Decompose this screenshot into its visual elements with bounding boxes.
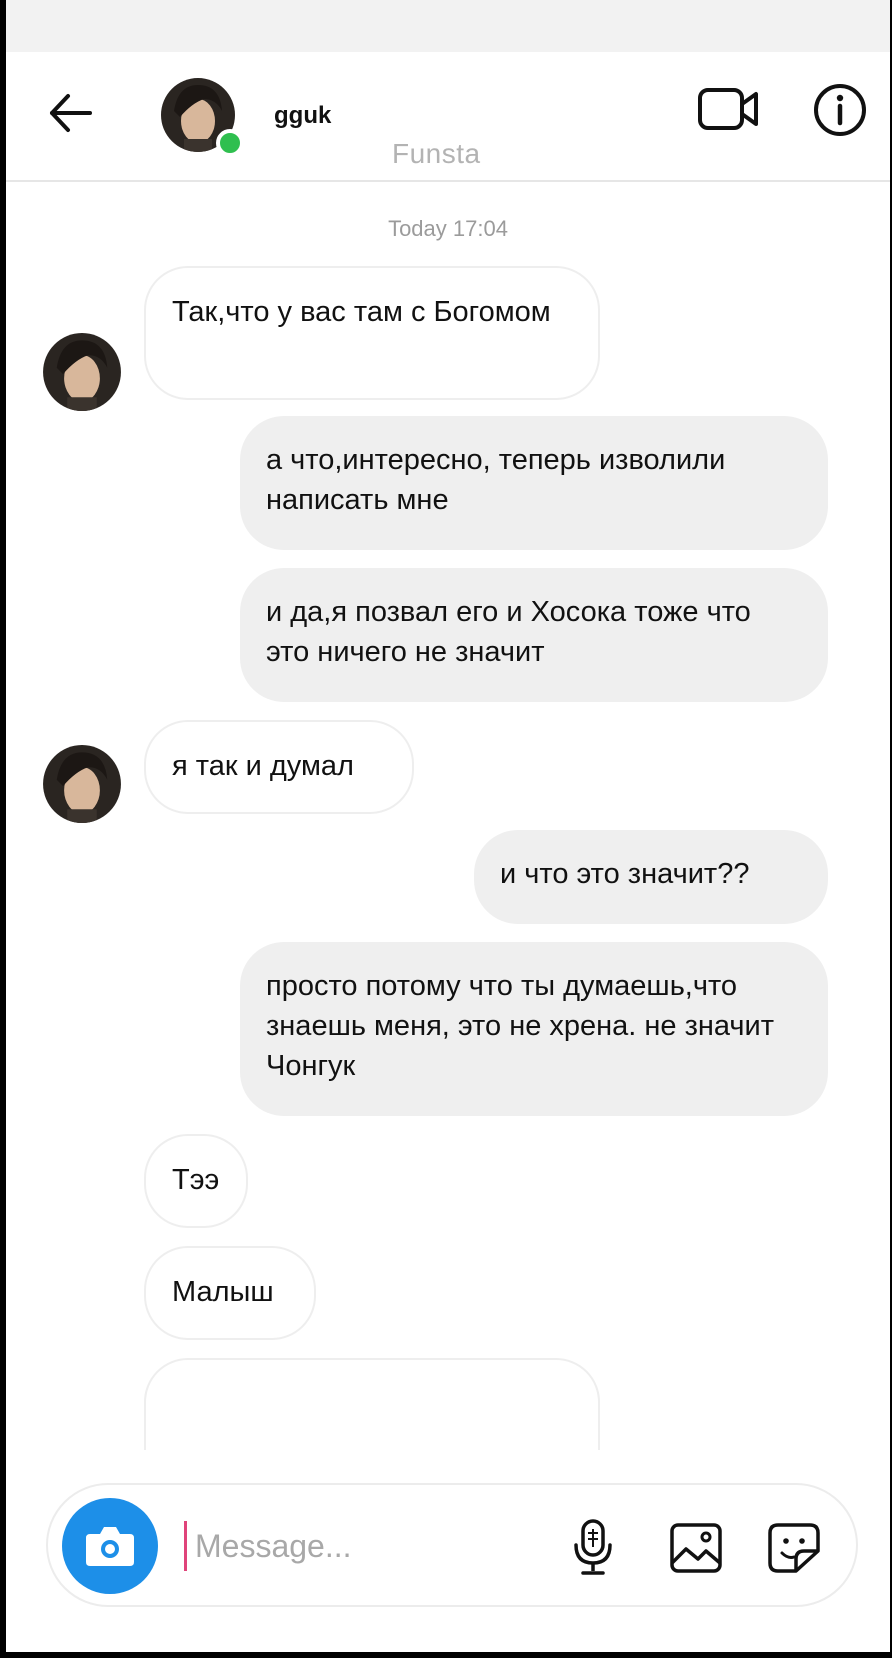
message-text: Так,что у вас там с Богомом (172, 296, 551, 328)
message-text: просто потому что ты думаешь,что знаешь … (266, 970, 775, 1082)
message-text: Тээ (172, 1164, 220, 1196)
message-text: и да,я позвал его и Хосока тоже что это … (266, 596, 751, 668)
dm-screen: gguk Funsta Today 17:04 Так,что у вас та… (6, 0, 890, 1652)
message-composer (46, 1483, 858, 1607)
incoming-message[interactable]: я так и думал (144, 720, 414, 814)
outgoing-message[interactable]: а что,интересно, теперь изволили написат… (240, 416, 828, 550)
back-button[interactable] (44, 86, 98, 140)
chat-header: gguk Funsta (6, 52, 890, 182)
message-thread[interactable]: Today 17:04 Так,что у вас там с Богомом … (6, 182, 890, 1450)
incoming-message[interactable] (144, 1358, 600, 1450)
sender-avatar[interactable] (42, 744, 122, 824)
online-status-dot (216, 129, 244, 157)
voice-message-button[interactable] (568, 1517, 618, 1577)
message-text: я так и думал (172, 750, 354, 782)
arrow-left-icon (50, 94, 92, 132)
camera-button[interactable] (62, 1498, 158, 1594)
message-text: и что это значит?? (500, 858, 750, 890)
message-text: Малыш (172, 1276, 274, 1308)
outgoing-message[interactable]: и да,я позвал его и Хосока тоже что это … (240, 568, 828, 702)
chat-username[interactable]: gguk (274, 102, 331, 130)
profile-avatar[interactable] (160, 77, 244, 157)
video-call-button[interactable] (696, 82, 762, 136)
gallery-button[interactable] (668, 1521, 724, 1575)
outgoing-message[interactable]: просто потому что ты думаешь,что знаешь … (240, 942, 828, 1116)
info-icon (814, 84, 866, 136)
camera-icon (86, 1527, 134, 1566)
status-bar (6, 0, 890, 52)
info-button[interactable] (812, 82, 868, 138)
sender-avatar[interactable] (42, 332, 122, 412)
incoming-message[interactable]: Тээ (144, 1134, 248, 1228)
microphone-icon (574, 1519, 612, 1575)
message-text: а что,интересно, теперь изволили написат… (266, 444, 726, 516)
thread-timestamp: Today 17:04 (388, 216, 508, 241)
avatar-image (43, 333, 121, 411)
outgoing-message[interactable]: и что это значит?? (474, 830, 828, 924)
video-camera-icon (698, 88, 758, 130)
gallery-icon (670, 1523, 722, 1573)
incoming-message[interactable]: Малыш (144, 1246, 316, 1340)
chat-subtitle: Funsta (392, 138, 481, 169)
avatar-image (43, 745, 121, 823)
sticker-icon (768, 1523, 820, 1573)
incoming-message[interactable]: Так,что у вас там с Богомом (144, 266, 600, 400)
message-input[interactable] (184, 1521, 535, 1571)
sticker-button[interactable] (766, 1521, 822, 1575)
